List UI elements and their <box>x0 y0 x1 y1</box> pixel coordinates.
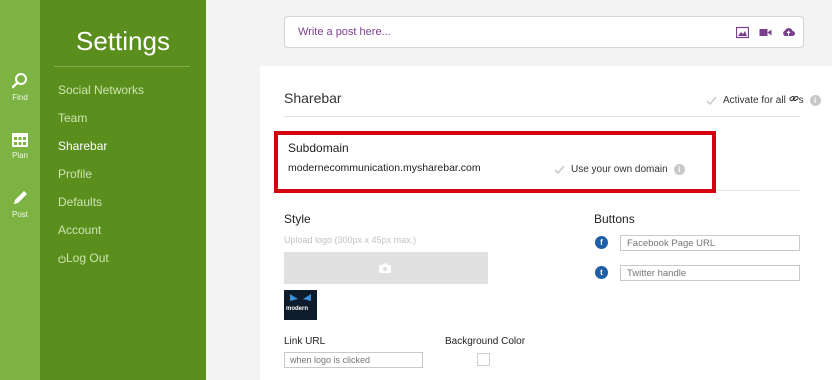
background-color-swatch[interactable] <box>477 353 490 366</box>
sidebar-item-defaults[interactable]: Defaults <box>58 192 144 220</box>
activate-label: Activate for all s <box>723 95 804 106</box>
sidebar-item-account[interactable]: Account <box>58 220 144 248</box>
sidebar-item-sharebar[interactable]: Sharebar <box>58 136 144 164</box>
camera-icon <box>379 263 391 273</box>
video-icon[interactable] <box>759 26 772 39</box>
info-icon[interactable]: i <box>809 94 821 106</box>
upload-logo-button[interactable] <box>284 252 488 284</box>
facebook-url-input[interactable] <box>620 235 800 251</box>
link-url-label: Link URL <box>284 336 326 347</box>
rail-item-label: Find <box>12 93 28 102</box>
style-label: Style <box>284 212 311 226</box>
subdomain-label: Subdomain <box>288 141 349 155</box>
link-icon <box>789 95 799 102</box>
upload-hint: Upload logo (300px x 45px max.) <box>284 235 417 245</box>
composer-placeholder[interactable]: Write a post here... <box>298 26 391 38</box>
sidebar-title: Settings <box>76 26 170 56</box>
sidebar-item-team[interactable]: Team <box>58 108 144 136</box>
upload-cloud-icon[interactable] <box>782 26 795 39</box>
rail-item-find[interactable]: Find <box>0 72 40 102</box>
sidebar-divider <box>54 66 190 67</box>
logo-thumbnail: modern <box>284 290 317 320</box>
background-color-label: Background Color <box>445 336 526 347</box>
main-area: Write a post here... Sharebar Activate f… <box>206 0 832 380</box>
sidebar-item-social-networks[interactable]: Social Networks <box>58 80 144 108</box>
post-composer[interactable]: Write a post here... <box>284 16 804 48</box>
buttons-label: Buttons <box>594 212 635 226</box>
rail-item-post[interactable]: Post <box>0 189 40 219</box>
facebook-icon: f <box>595 236 608 249</box>
twitter-row: t <box>595 265 800 281</box>
log-out-label: Log Out <box>66 251 109 265</box>
divider <box>284 116 800 117</box>
settings-sidebar: Settings Social Networks Team Sharebar P… <box>40 0 206 380</box>
sidebar-nav: Social Networks Team Sharebar Profile De… <box>58 80 144 276</box>
facebook-row: f <box>595 235 800 251</box>
link-url-input[interactable] <box>284 352 423 368</box>
rail-item-label: Plan <box>11 151 28 160</box>
search-icon <box>11 73 27 89</box>
sidebar-item-log-out[interactable]: Log Out <box>58 248 144 276</box>
composer-actions <box>735 26 795 39</box>
use-own-domain-toggle[interactable]: Use your own domain i <box>554 164 685 175</box>
sidebar-item-profile[interactable]: Profile <box>58 164 144 192</box>
left-rail: Find Plan Post <box>0 0 40 380</box>
subdomain-value[interactable]: modernecommunication.mysharebar.com <box>288 162 481 174</box>
check-icon <box>706 95 717 105</box>
activate-for-all-toggle[interactable]: Activate for all s i <box>706 94 821 106</box>
calendar-icon <box>12 133 28 147</box>
divider <box>716 190 800 191</box>
twitter-icon: t <box>595 266 608 279</box>
logo-mark-icon <box>290 294 311 301</box>
subdomain-highlight: Subdomain modernecommunication.myshareba… <box>274 131 716 193</box>
own-domain-label: Use your own domain <box>571 164 668 175</box>
sharebar-panel: Sharebar Activate for all s i Subdomain … <box>260 66 832 380</box>
check-icon <box>554 165 565 175</box>
image-icon[interactable] <box>735 26 750 39</box>
rail-item-label: Post <box>11 210 28 219</box>
pencil-icon <box>14 191 27 204</box>
info-icon[interactable]: i <box>673 164 685 175</box>
sharebar-title: Sharebar <box>284 90 342 106</box>
twitter-handle-input[interactable] <box>620 265 800 281</box>
logo-text: modern <box>286 306 309 312</box>
power-icon <box>58 255 66 264</box>
rail-item-plan[interactable]: Plan <box>0 130 40 160</box>
